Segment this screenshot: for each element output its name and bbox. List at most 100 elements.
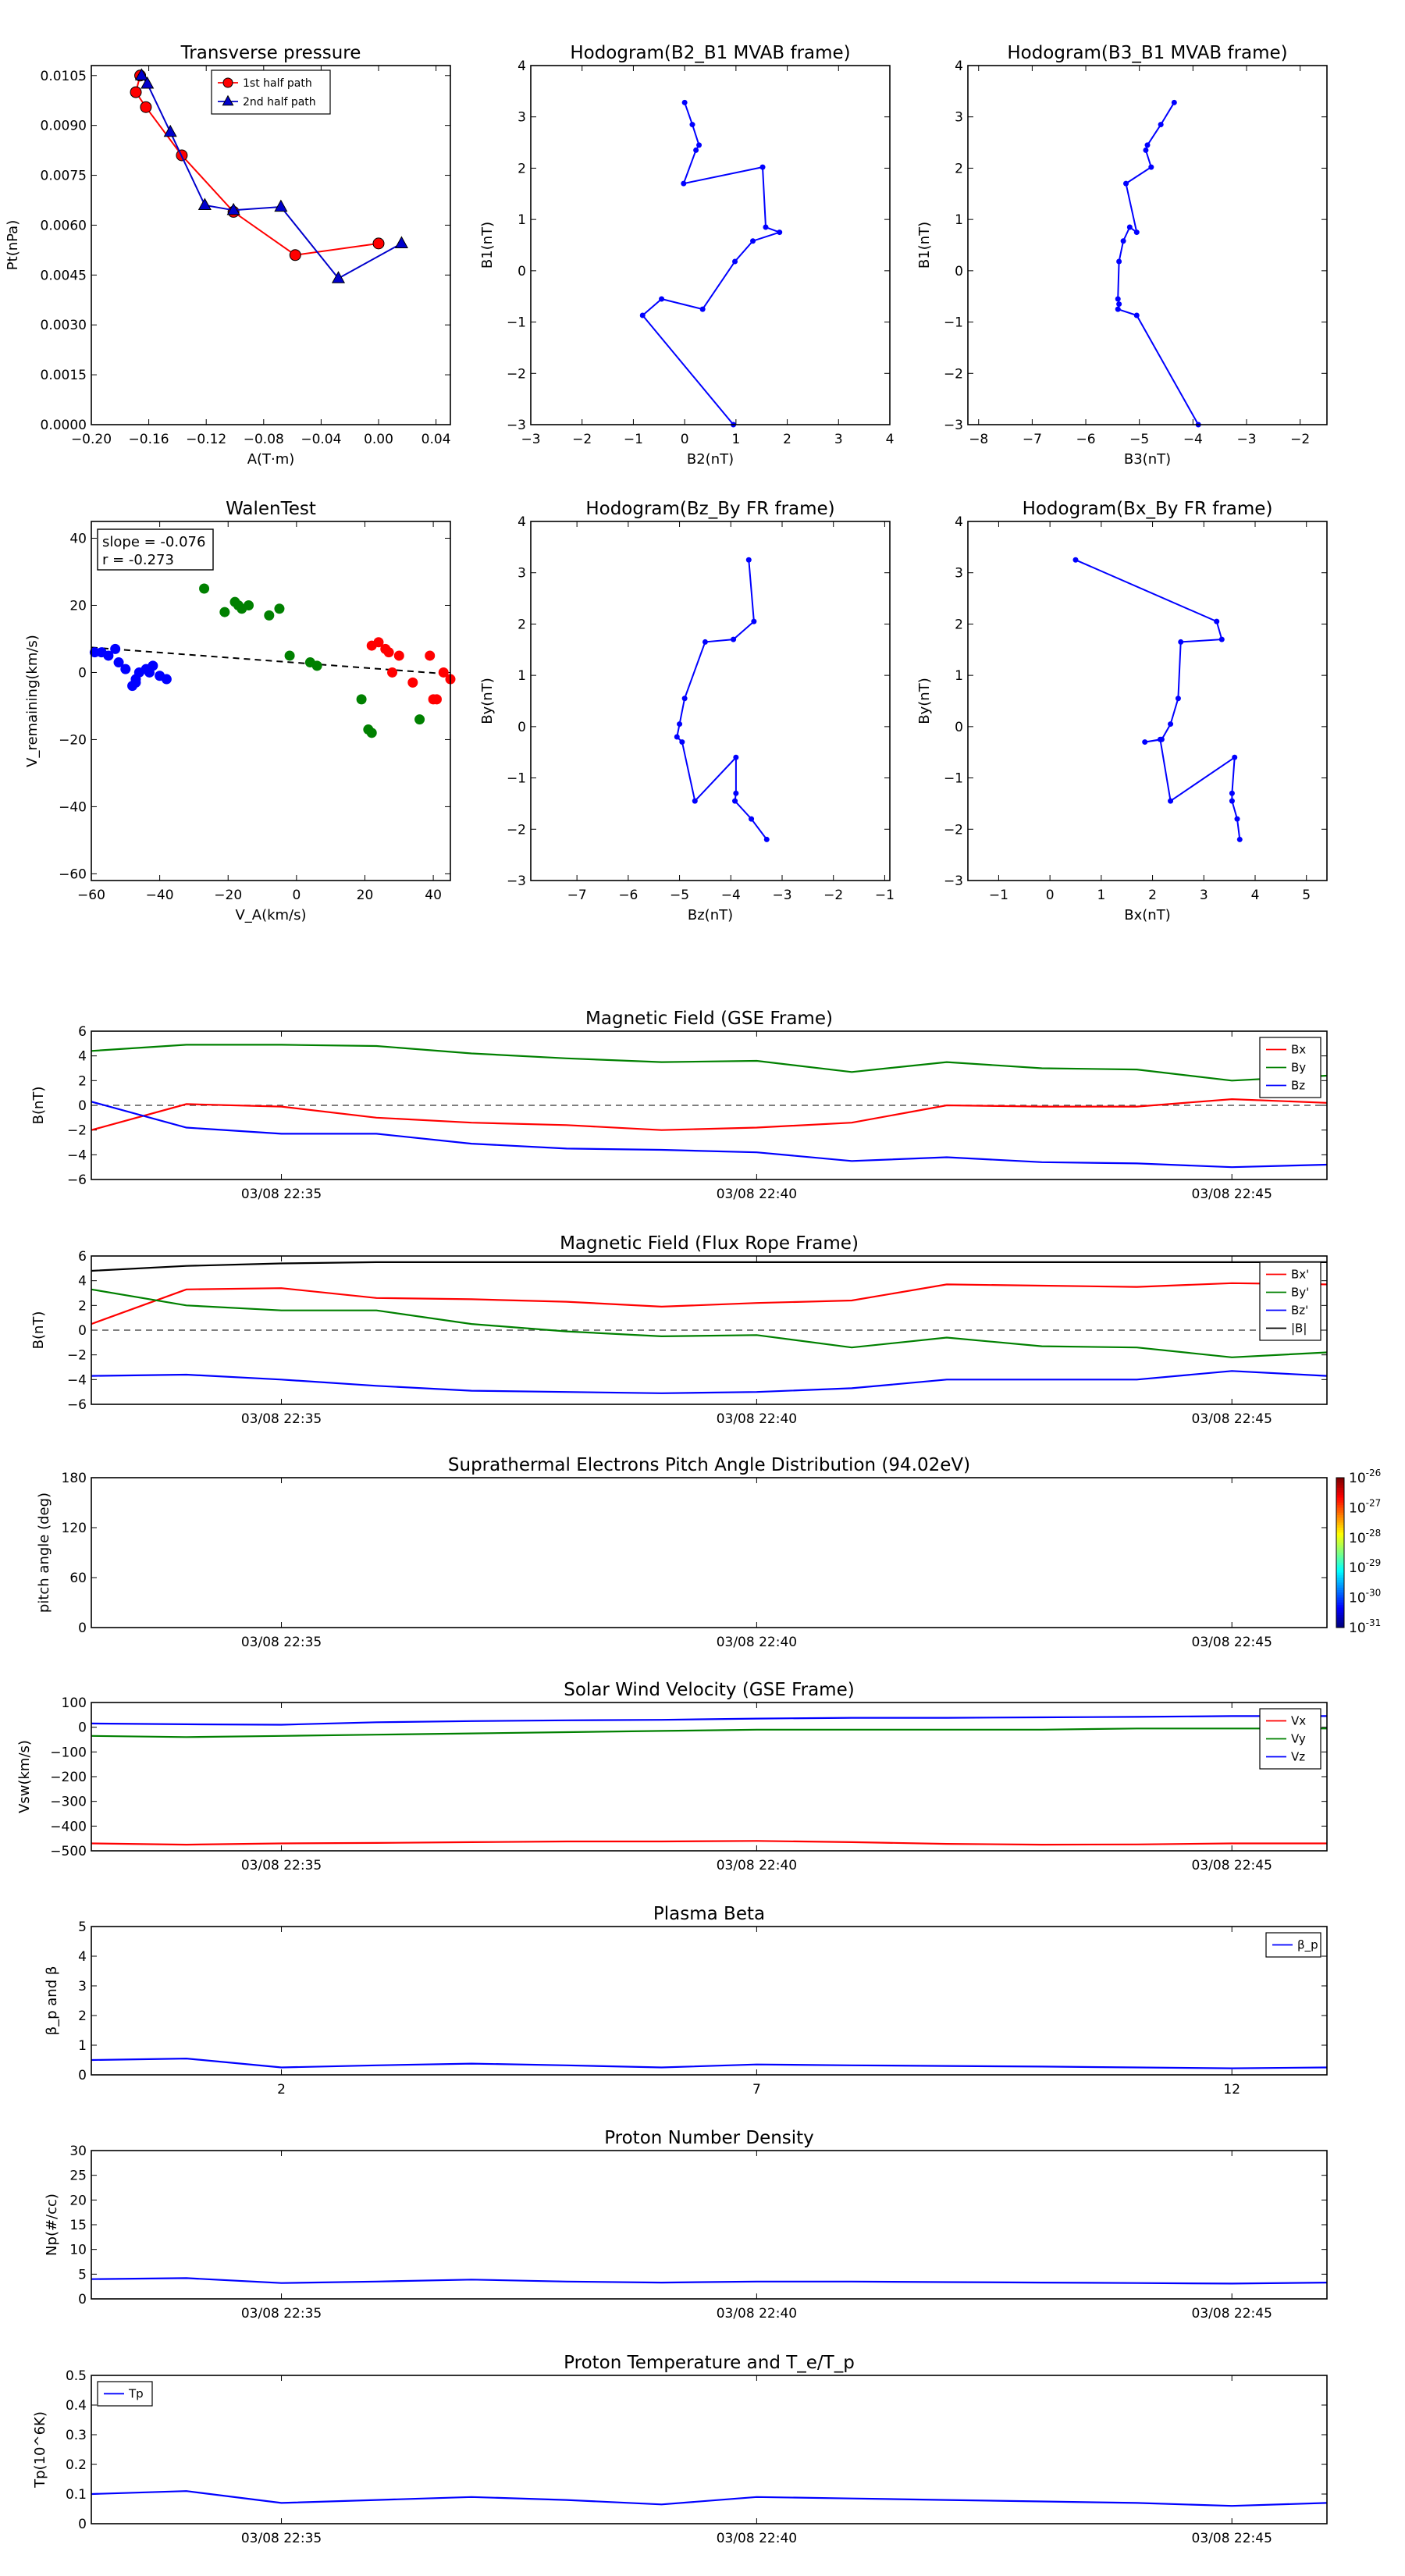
y-tick-label: 0 (78, 1323, 87, 1339)
colorbar-label: 10-31 (1349, 1617, 1381, 1636)
data-point (1168, 721, 1174, 728)
legend: 1st half path 2nd half path (211, 69, 331, 115)
colorbar-band (1336, 1574, 1344, 1578)
colorbar-band (1336, 1565, 1344, 1568)
y-tick-label: 4 (78, 1049, 87, 1065)
colorbar-band (1336, 1532, 1344, 1536)
x-tick-label: −0.16 (129, 432, 169, 447)
y-tick-label: 1 (78, 2038, 87, 2054)
x-tick-label: −3 (521, 432, 540, 447)
y-tick-label: 3 (518, 566, 526, 582)
chart-bfr: Magnetic Field (Flux Rope Frame) 03/08 22… (30, 1233, 1328, 1427)
y-tick-label: 0.0105 (41, 69, 87, 84)
chart-bgse: Magnetic Field (GSE Frame) 03/08 22:35 03/… (30, 1009, 1328, 1202)
chart-title: Proton Number Density (604, 2128, 814, 2148)
y-tick-label: −4 (67, 1372, 87, 1388)
y-tick-label: 1 (955, 212, 963, 228)
data-point (732, 798, 738, 804)
y-tick-label: −40 (59, 799, 87, 815)
plot-area (531, 521, 890, 881)
data-point (1120, 238, 1126, 244)
data-point (199, 583, 210, 594)
data-point (1126, 224, 1133, 230)
chart-h1: Hodogram(B2_B1 MVAB frame) −3 −2 −1 0 1 2 3 4 −3 −… (479, 43, 894, 468)
legend-label: Bz' (1291, 1304, 1308, 1318)
data-point (696, 142, 702, 148)
data-point (733, 790, 739, 796)
colorbar-band (1336, 1620, 1344, 1624)
y-tick-label: −3 (507, 418, 526, 433)
y-tick-label: 6 (78, 1024, 87, 1040)
colorbar-band (1336, 1495, 1344, 1499)
y-tick-label: 0.4 (66, 2398, 87, 2414)
colorbar-band (1336, 1587, 1344, 1591)
y-tick-label: 6 (78, 1249, 87, 1265)
x-tick-label: 03/08 22:35 (241, 2306, 322, 2322)
data-point (659, 296, 665, 302)
chart-h4: Hodogram(Bx_By FR frame) −1 0 1 2 3 4 5 −3 −2 −1 0 1… (916, 499, 1328, 923)
y-tick-label: 2 (955, 617, 963, 632)
colorbar-band (1336, 1570, 1344, 1574)
data-point (1143, 147, 1149, 153)
data-point (372, 237, 385, 250)
y-tick-label: −1 (944, 771, 963, 787)
colorbar-band (1336, 1485, 1344, 1489)
data-point (1116, 258, 1122, 265)
y-tick-label: 2 (955, 161, 963, 176)
x-tick-label: −1 (989, 888, 1008, 903)
plot-area (91, 1927, 1327, 2075)
data-point (284, 650, 295, 661)
y-tick-label: −60 (59, 866, 87, 882)
data-point (311, 660, 322, 671)
chart-h3: Hodogram(Bz_By FR frame) −7 −6 −5 −4 −3 −2 −1 −3… (479, 499, 895, 923)
data-point (702, 639, 708, 645)
x-tick-label: −7 (1023, 432, 1042, 447)
data-point (1236, 836, 1243, 842)
y-tick-label: 15 (69, 2218, 87, 2233)
chart-title: Suprathermal Electrons Pitch Angle Distr… (448, 1455, 970, 1475)
data-point (1133, 312, 1140, 318)
colorbar-band (1336, 1512, 1344, 1516)
data-point (763, 224, 769, 230)
colorbar-band (1336, 1510, 1344, 1514)
y-tick-label: 0.1 (66, 2487, 87, 2503)
x-tick-label: −60 (77, 888, 105, 903)
x-tick-label: 03/08 22:45 (1192, 2531, 1272, 2546)
chart-np: Proton Number Density 03/08 22:35 03/08 22… (44, 2128, 1328, 2322)
x-tick-label: 12 (1223, 2082, 1240, 2097)
y-tick-label: −3 (507, 873, 526, 889)
data-point (1148, 164, 1154, 170)
data-point (414, 714, 425, 725)
colorbar-band (1336, 1557, 1344, 1561)
legend: Bx By Bz (1259, 1037, 1321, 1098)
data-point (1229, 790, 1235, 796)
y-tick-label: 0.0075 (41, 169, 87, 184)
x-tick-label: −1 (624, 432, 643, 447)
data-point (387, 667, 398, 678)
colorbar-band (1336, 1607, 1344, 1611)
y-tick-label: −1 (944, 315, 963, 331)
y-tick-label: 0 (78, 1621, 87, 1636)
x-tick-label: 0 (1046, 888, 1055, 903)
y-tick-label: 2 (78, 2008, 87, 2024)
x-tick-label: −2 (823, 888, 843, 903)
data-point (1158, 122, 1164, 128)
y-tick-label: −2 (507, 366, 526, 382)
y-tick-label: 120 (62, 1521, 87, 1536)
chart-title: Magnetic Field (Flux Rope Frame) (560, 1233, 859, 1254)
y-tick-label: 1 (518, 212, 526, 228)
x-tick-label: −6 (618, 888, 638, 903)
data-point (1133, 229, 1140, 236)
x-tick-label: 03/08 22:35 (241, 1187, 322, 1202)
data-point (679, 739, 685, 745)
plot-area (531, 66, 890, 425)
chart-pad: Suprathermal Electrons Pitch Angle Distr… (36, 1455, 1381, 1650)
x-tick-label: 03/08 22:35 (241, 1635, 322, 1650)
annotation-box: slope = -0.076 r = -0.273 (97, 528, 214, 571)
x-tick-label: 0 (292, 888, 301, 903)
colorbar-band (1336, 1572, 1344, 1576)
x-tick-label: 1 (1097, 888, 1105, 903)
chart-title: Plasma Beta (653, 1904, 765, 1924)
data-point (731, 636, 737, 642)
x-tick-label: 03/08 22:40 (717, 1411, 797, 1427)
